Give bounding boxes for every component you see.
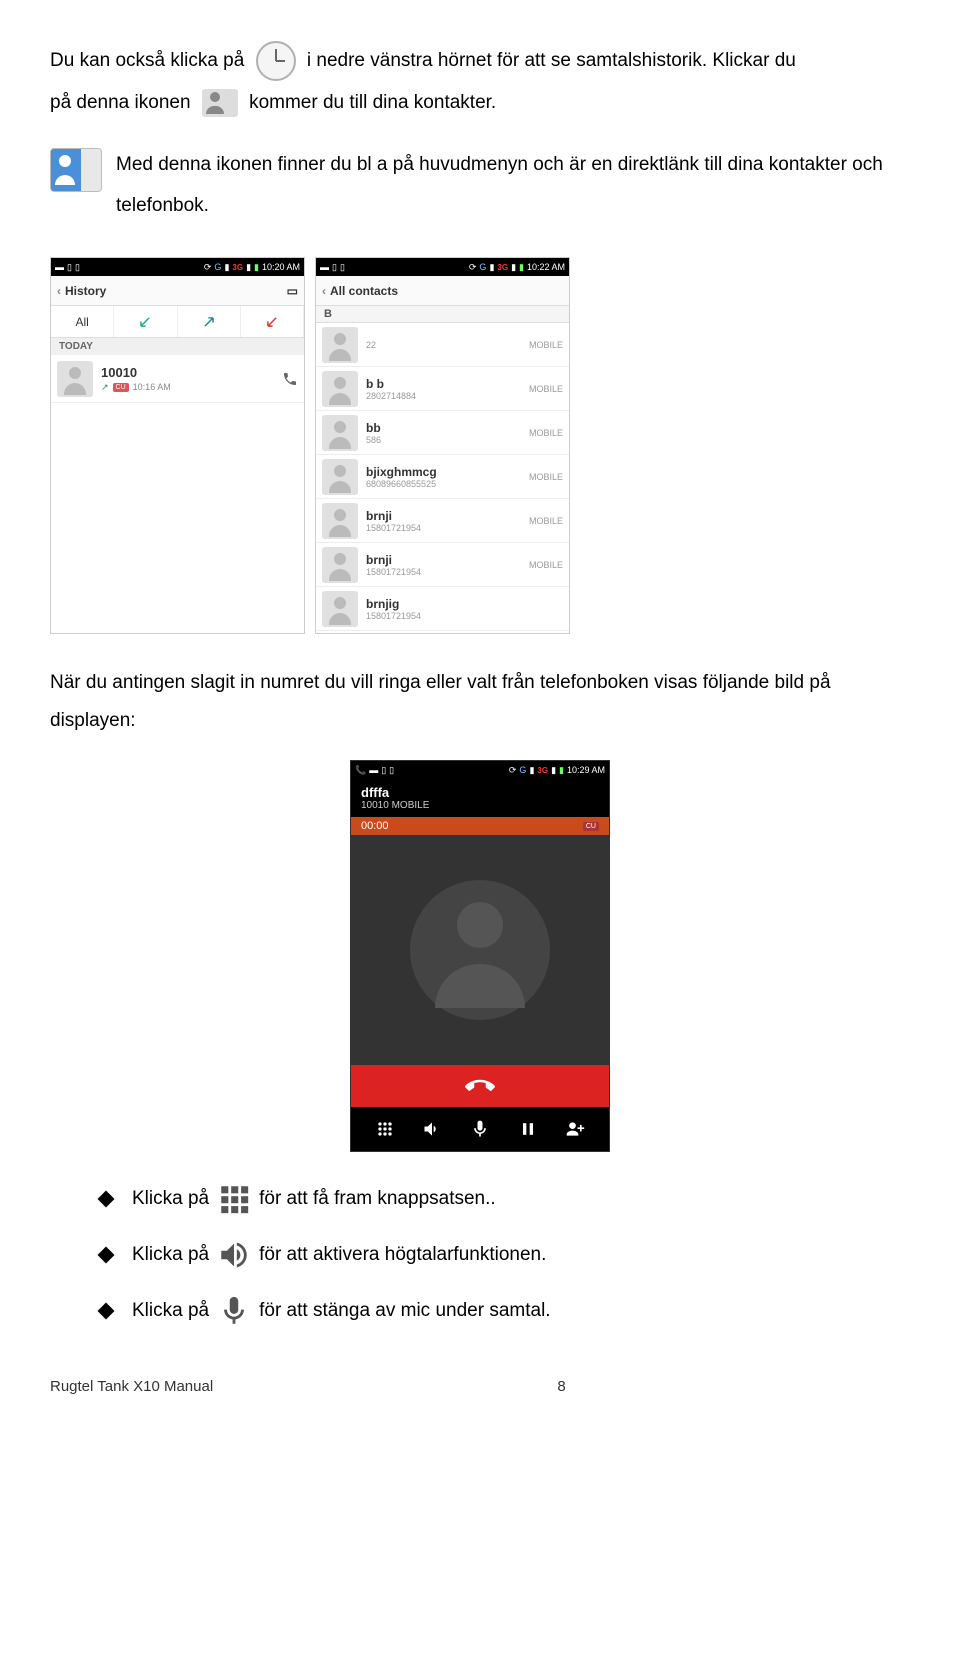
call-timer: 00:00 (361, 820, 389, 832)
letter-header: B (316, 306, 569, 323)
avatar-icon (322, 591, 358, 627)
contact-row[interactable]: bjixghmmcg 68089660855525 MOBILE (316, 455, 569, 499)
contact-name: brnjig (366, 597, 559, 611)
contact-name: bb (366, 421, 525, 435)
contact-type: MOBILE (529, 428, 563, 438)
contact-name: bjixghmmcg (366, 465, 525, 479)
back-icon[interactable]: ‹ (322, 284, 326, 298)
paragraph-2: Med denna ikonen finner du bl a på huvud… (50, 144, 910, 228)
clock-icon (256, 41, 296, 81)
sim-badge: CU (583, 822, 599, 831)
contact-number: 2802714884 (366, 391, 525, 401)
tab-missed[interactable] (241, 306, 304, 337)
text: Med denna ikonen finner du bl a på huvud… (116, 154, 883, 217)
contact-row[interactable]: 22 MOBILE (316, 323, 569, 367)
add-person-icon[interactable] (565, 1119, 585, 1139)
dialpad-icon[interactable] (375, 1119, 395, 1139)
contact-type: MOBILE (529, 560, 563, 570)
status-bar: ▬▯▯ ⟳G▮3G▮▮10:20 AM (51, 258, 304, 276)
mute-icon[interactable] (470, 1119, 490, 1139)
bullet-mute: Klicka på för att stänga av mic under sa… (100, 1294, 910, 1328)
speaker-icon (217, 1238, 251, 1272)
bullet-dialpad: Klicka på för att få fram knappsatsen.. (100, 1182, 910, 1216)
contact-row[interactable]: brnjig 15801721954 (316, 587, 569, 631)
contact-number: 68089660855525 (366, 479, 525, 489)
call-header: dfffa 10010 MOBILE (351, 779, 609, 817)
tab-incoming[interactable] (114, 306, 177, 337)
avatar-icon (322, 503, 358, 539)
contact-row[interactable]: brnji 15801721954 MOBILE (316, 543, 569, 587)
avatar-icon (322, 371, 358, 407)
caller-number: 10010 MOBILE (361, 800, 599, 811)
contact-type: MOBILE (529, 340, 563, 350)
caller-name: dfffa (361, 785, 599, 800)
hangup-button[interactable] (351, 1065, 609, 1107)
bullet-icon (98, 1191, 115, 1208)
avatar-icon (322, 327, 358, 363)
bullet-icon (98, 1303, 115, 1320)
bullet-list: Klicka på för att få fram knappsatsen.. … (100, 1182, 910, 1328)
call-row[interactable]: 10010 ↗ CU 10:16 AM (51, 355, 304, 403)
header-title: All contacts (330, 284, 398, 298)
screen-header: ‹ History ▭ (51, 276, 304, 306)
tab-outgoing[interactable] (178, 306, 241, 337)
contact-name: b b (366, 377, 525, 391)
call-icon[interactable] (282, 371, 298, 387)
dialpad-icon (217, 1182, 251, 1216)
section-today: TODAY (51, 338, 304, 355)
status-bar: 📞▬▯▯ ⟳G▮3G▮▮10:29 AM (351, 761, 609, 779)
contact-name: brnji (366, 553, 525, 567)
back-icon[interactable]: ‹ (57, 284, 61, 298)
avatar-icon (57, 361, 93, 397)
contact-row[interactable]: bb 586 MOBILE (316, 411, 569, 455)
bullet-speaker: Klicka på för att aktivera högtalarfunkt… (100, 1238, 910, 1272)
bullet-icon (98, 1247, 115, 1264)
pause-icon[interactable] (518, 1119, 538, 1139)
text: Du kan också klicka på (50, 50, 244, 71)
contact-type: MOBILE (529, 472, 563, 482)
screenshot-history: ▬▯▯ ⟳G▮3G▮▮10:20 AM ‹ History ▭ All TODAY… (50, 257, 305, 634)
header-title: History (65, 284, 106, 298)
footer-title: Rugtel Tank X10 Manual (50, 1378, 213, 1395)
contact-number: 15801721954 (366, 567, 525, 577)
screenshot-call: 📞▬▯▯ ⟳G▮3G▮▮10:29 AM dfffa 10010 MOBILE … (350, 760, 610, 1152)
contact-number: 22 (366, 340, 525, 350)
screenshot-contacts: ▬▯▯ ⟳G▮3G▮▮10:22 AM ‹ All contacts B 22 M… (315, 257, 570, 634)
page-number: 8 (557, 1378, 565, 1395)
sim-badge: CU (113, 383, 129, 392)
avatar-icon (322, 547, 358, 583)
speaker-icon[interactable] (422, 1119, 442, 1139)
people-icon (202, 89, 238, 117)
avatar-icon (322, 459, 358, 495)
screen-header: ‹ All contacts (316, 276, 569, 306)
contact-number: 586 (366, 435, 525, 445)
filter-icon[interactable]: ▭ (287, 284, 298, 298)
call-name: 10010 (101, 365, 282, 380)
text: på denna ikonen (50, 92, 191, 113)
text: i nedre vänstra hörnet för att se samtal… (307, 50, 796, 71)
mute-mic-icon (217, 1294, 251, 1328)
status-bar: ▬▯▯ ⟳G▮3G▮▮10:22 AM (316, 258, 569, 276)
contact-number: 15801721954 (366, 611, 559, 621)
text: kommer du till dina kontakter. (249, 92, 496, 113)
caller-avatar (351, 835, 609, 1065)
contact-row[interactable]: b b 2802714884 MOBILE (316, 367, 569, 411)
tabs: All (51, 306, 304, 338)
paragraph-3: När du antingen slagit in numret du vill… (50, 664, 910, 740)
contact-number: 15801721954 (366, 523, 525, 533)
call-timer-bar: 00:00 CU (351, 817, 609, 835)
contact-name: brnji (366, 509, 525, 523)
avatar-icon (322, 415, 358, 451)
contact-type: MOBILE (529, 516, 563, 526)
call-actions (351, 1107, 609, 1151)
tab-all[interactable]: All (51, 306, 114, 337)
contact-type: MOBILE (529, 384, 563, 394)
paragraph-1: Du kan också klicka på i nedre vänstra h… (50, 40, 910, 124)
screenshots-row: ▬▯▯ ⟳G▮3G▮▮10:20 AM ‹ History ▭ All TODAY… (50, 257, 910, 634)
phonebook-icon (50, 148, 102, 192)
contact-row[interactable]: brnji 15801721954 MOBILE (316, 499, 569, 543)
page-footer: Rugtel Tank X10 Manual 8 (50, 1378, 910, 1395)
call-sub: ↗ CU 10:16 AM (101, 382, 282, 393)
